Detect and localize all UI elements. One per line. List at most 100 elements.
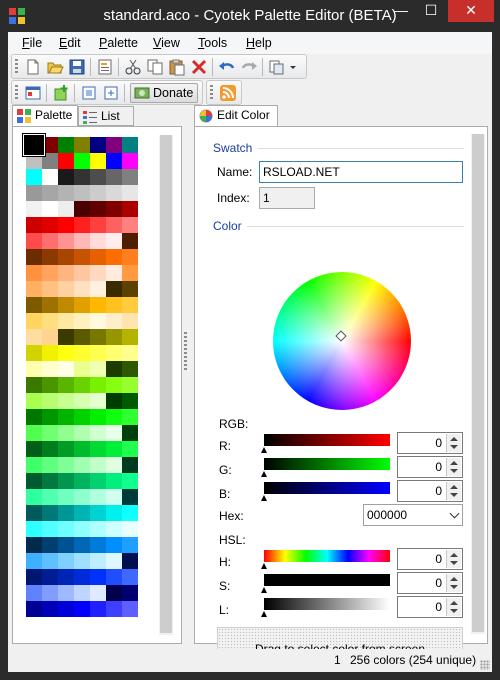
palette-swatch[interactable] — [42, 473, 58, 489]
palette-swatch[interactable] — [122, 457, 138, 473]
palette-swatch[interactable] — [42, 457, 58, 473]
palette-swatch[interactable] — [90, 169, 106, 185]
palette-swatch[interactable] — [90, 377, 106, 393]
palette-swatch[interactable] — [90, 425, 106, 441]
palette-swatch[interactable] — [58, 137, 74, 153]
palette-swatch[interactable] — [58, 569, 74, 585]
palette-swatch[interactable] — [106, 233, 122, 249]
palette-swatch[interactable] — [122, 137, 138, 153]
palette-swatch[interactable] — [74, 329, 90, 345]
palette-swatch[interactable] — [122, 393, 138, 409]
palette-swatch[interactable] — [58, 361, 74, 377]
palette-swatch[interactable] — [90, 473, 106, 489]
palette-swatch[interactable] — [74, 473, 90, 489]
palette-swatch[interactable] — [26, 169, 42, 185]
palette-swatch[interactable] — [74, 281, 90, 297]
palette-swatch[interactable] — [122, 297, 138, 313]
palette-swatch[interactable] — [42, 361, 58, 377]
palette-swatch[interactable] — [58, 489, 74, 505]
spin-buttons[interactable] — [446, 574, 461, 592]
palette-swatch[interactable] — [26, 537, 42, 553]
palette-swatch[interactable] — [106, 185, 122, 201]
palette-swatch[interactable] — [42, 169, 58, 185]
palette-swatch[interactable] — [122, 233, 138, 249]
palette-swatch[interactable] — [106, 169, 122, 185]
palette-swatch[interactable] — [58, 233, 74, 249]
name-field[interactable]: RSLOAD.NET — [259, 161, 463, 183]
palette-swatch[interactable] — [90, 345, 106, 361]
palette-swatch[interactable] — [26, 249, 42, 265]
palette-swatch[interactable] — [122, 521, 138, 537]
palette-swatch[interactable] — [26, 185, 42, 201]
palette-swatch[interactable] — [42, 553, 58, 569]
palette-swatch[interactable] — [106, 329, 122, 345]
palette-swatch[interactable] — [122, 265, 138, 281]
palette-swatch[interactable] — [90, 521, 106, 537]
hue-slider[interactable] — [264, 550, 390, 562]
redo-icon[interactable] — [240, 58, 258, 76]
palette-swatch[interactable] — [58, 297, 74, 313]
palette-swatch[interactable] — [122, 249, 138, 265]
palette-swatch[interactable] — [74, 313, 90, 329]
palette-swatch[interactable] — [122, 569, 138, 585]
palette-swatch[interactable] — [90, 217, 106, 233]
palette-swatch[interactable] — [74, 425, 90, 441]
palette-swatch[interactable] — [106, 313, 122, 329]
red-spinbox[interactable]: 0 — [397, 432, 463, 454]
close-button[interactable]: ✕ — [448, 0, 494, 22]
palette-swatch[interactable] — [74, 553, 90, 569]
palette-swatch[interactable] — [122, 505, 138, 521]
palette-swatch[interactable] — [90, 329, 106, 345]
palette-swatch[interactable] — [42, 569, 58, 585]
palette-swatch[interactable] — [122, 361, 138, 377]
palette-swatch[interactable] — [90, 489, 106, 505]
menu-edit[interactable]: Edit — [59, 36, 81, 50]
maximize-button[interactable]: ☐ — [416, 0, 446, 22]
palette-swatch[interactable] — [122, 281, 138, 297]
tab-edit-color[interactable]: Edit Color — [194, 105, 278, 127]
palette-swatch[interactable] — [58, 153, 74, 169]
palette-swatch[interactable] — [42, 297, 58, 313]
palette-swatch[interactable] — [74, 601, 90, 617]
palette-swatch[interactable] — [58, 393, 74, 409]
palette-swatch[interactable] — [26, 425, 42, 441]
palette-swatch[interactable] — [58, 521, 74, 537]
tab-palette[interactable]: Palette — [12, 105, 78, 127]
palette-swatch[interactable] — [74, 377, 90, 393]
palette-swatch[interactable] — [58, 473, 74, 489]
palette-swatch[interactable] — [26, 489, 42, 505]
palette-swatch[interactable] — [26, 569, 42, 585]
palette-swatch[interactable] — [90, 505, 106, 521]
palette-swatch[interactable] — [90, 233, 106, 249]
open-folder-icon[interactable] — [46, 58, 64, 76]
palette-swatch[interactable] — [74, 297, 90, 313]
palette-swatch[interactable] — [26, 361, 42, 377]
cut-icon[interactable] — [124, 58, 142, 76]
palette-swatch[interactable] — [90, 185, 106, 201]
red-slider-handle[interactable] — [261, 447, 267, 453]
palette-swatch[interactable] — [122, 217, 138, 233]
saturation-slider[interactable] — [264, 574, 390, 586]
menu-palette[interactable]: Palette — [99, 36, 138, 50]
palette-swatch[interactable] — [122, 601, 138, 617]
spin-buttons[interactable] — [446, 482, 461, 500]
palette-swatch[interactable] — [26, 521, 42, 537]
palette-swatch[interactable] — [42, 265, 58, 281]
blue-slider[interactable] — [264, 482, 390, 494]
palette-swatch[interactable] — [42, 345, 58, 361]
spin-buttons[interactable] — [446, 434, 461, 452]
palette-swatch[interactable] — [106, 217, 122, 233]
palette-swatch[interactable] — [42, 537, 58, 553]
palette-swatch[interactable] — [26, 217, 42, 233]
palette-swatch[interactable] — [58, 249, 74, 265]
palette-swatch[interactable] — [106, 553, 122, 569]
palette-swatch[interactable] — [26, 329, 42, 345]
palette-swatch[interactable] — [90, 265, 106, 281]
title-bar[interactable]: standard.aco - Cyotek Palette Editor (BE… — [0, 0, 500, 32]
palette-swatch[interactable] — [74, 201, 90, 217]
palette-swatch[interactable] — [58, 457, 74, 473]
palette-swatch[interactable] — [74, 233, 90, 249]
menu-file[interactable]: File — [22, 36, 42, 50]
saturation-slider-handle[interactable] — [261, 587, 267, 593]
add-color-icon[interactable] — [52, 84, 70, 102]
